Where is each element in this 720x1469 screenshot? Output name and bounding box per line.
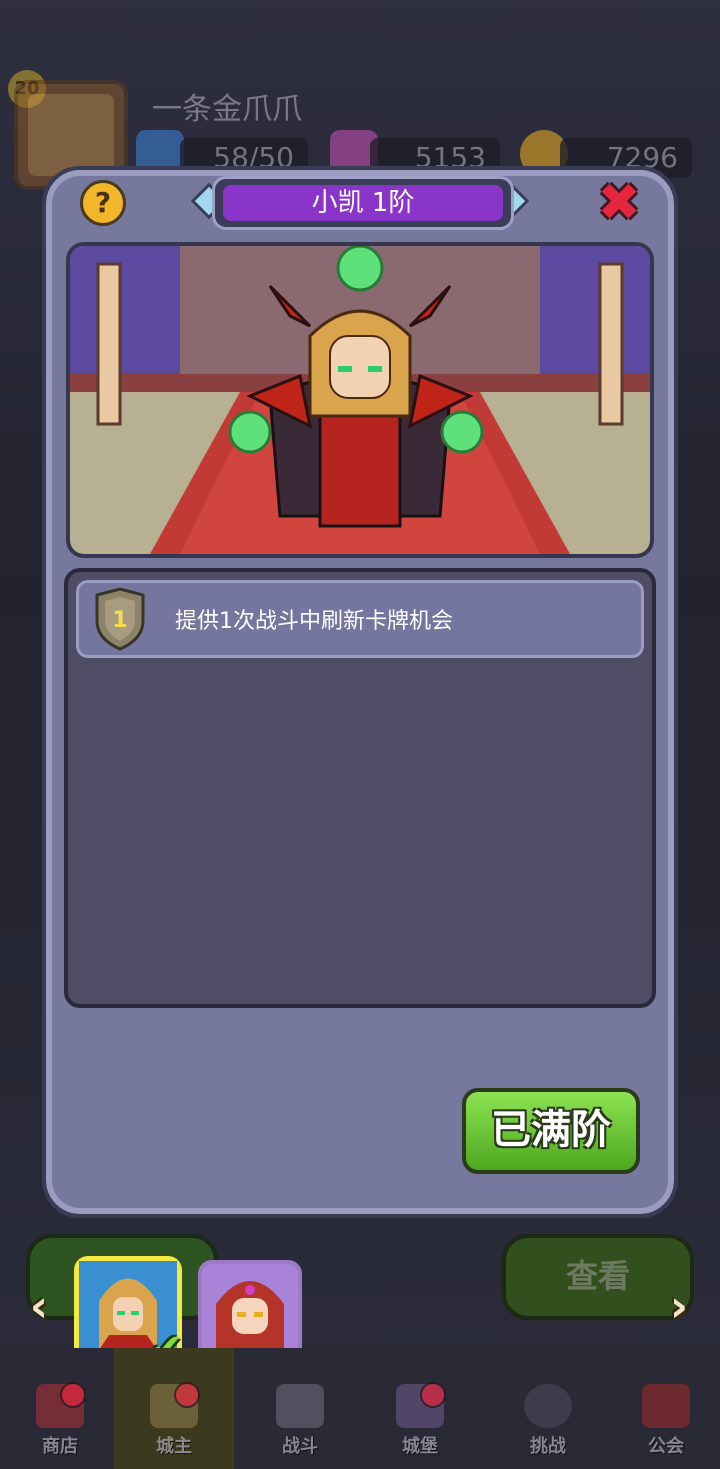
character-preview xyxy=(66,242,654,558)
nav-label: 城主 xyxy=(156,1436,192,1457)
next-arrow-icon[interactable]: › xyxy=(662,1284,696,1330)
nav-guild[interactable]: 公会 xyxy=(606,1348,720,1469)
swords-icon xyxy=(276,1384,324,1428)
guild-icon xyxy=(642,1384,690,1428)
skill-rank-number: 1 xyxy=(112,608,127,633)
throne-room-illustration xyxy=(70,246,650,554)
close-button[interactable]: ✖ xyxy=(594,177,644,229)
notification-dot xyxy=(60,1382,86,1408)
nav-battle[interactable]: 战斗 xyxy=(240,1348,360,1469)
notification-dot xyxy=(174,1382,200,1408)
skill-row: 1 提供1次战斗中刷新卡牌机会 xyxy=(76,580,644,658)
nav-label: 商店 xyxy=(42,1436,78,1457)
nav-challenge[interactable]: 挑战 xyxy=(488,1348,608,1469)
dialog-title: 小凯 1阶 xyxy=(223,185,503,221)
nav-label: 城堡 xyxy=(402,1436,438,1457)
help-button[interactable]: ? xyxy=(80,180,126,226)
character-portrait-icon xyxy=(216,1281,284,1358)
nav-label: 挑战 xyxy=(530,1436,566,1457)
nav-label: 公会 xyxy=(648,1436,684,1457)
character-slot[interactable] xyxy=(198,1260,302,1362)
prev-arrow-icon[interactable]: ‹ xyxy=(22,1284,56,1330)
avatar-face xyxy=(28,94,114,176)
skill-description: 提供1次战斗中刷新卡牌机会 xyxy=(175,609,453,634)
max-rank-button[interactable]: 已满阶 xyxy=(462,1088,640,1174)
rank-shield-icon: 1 xyxy=(95,587,145,651)
player-name: 一条金爪爪 xyxy=(152,92,302,127)
challenge-icon xyxy=(524,1384,572,1428)
nav-castle[interactable]: 城堡 xyxy=(360,1348,480,1469)
notification-dot xyxy=(420,1382,446,1408)
nav-label: 战斗 xyxy=(282,1436,318,1457)
dialog-title-plate: 小凯 1阶 xyxy=(212,176,514,230)
nav-lord[interactable]: 城主 xyxy=(114,1348,234,1469)
nav-shop[interactable]: 商店 xyxy=(0,1348,120,1469)
